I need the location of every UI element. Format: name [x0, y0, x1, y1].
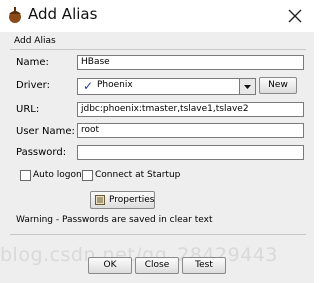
- ok-button[interactable]: OK: [88, 257, 132, 274]
- add-alias-dialog: Add Alias Add Alias Name: HBase Driver: …: [0, 0, 314, 283]
- top-separator: [10, 49, 306, 50]
- test-button[interactable]: Test: [182, 257, 226, 274]
- panel-title: Add Alias: [14, 36, 56, 46]
- title-bar: Add Alias: [0, 0, 314, 32]
- checkmark-icon: ✓: [83, 79, 94, 93]
- auto-logon-checkbox[interactable]: [20, 170, 31, 181]
- username-label: User Name:: [16, 126, 75, 137]
- username-field[interactable]: root: [77, 123, 304, 138]
- password-warning: Warning - Passwords are saved in clear t…: [16, 215, 213, 225]
- acorn-icon: [6, 6, 24, 24]
- properties-label: Properties: [109, 195, 155, 205]
- dialog-title: Add Alias: [28, 5, 98, 23]
- name-field[interactable]: HBase: [77, 55, 304, 70]
- new-driver-button[interactable]: New: [259, 77, 297, 94]
- properties-button[interactable]: Properties: [90, 191, 155, 209]
- password-field[interactable]: [77, 145, 304, 160]
- chevron-down-icon[interactable]: [239, 79, 255, 94]
- driver-select[interactable]: ✓ Phoenix: [77, 78, 256, 95]
- password-label: Password:: [16, 147, 67, 158]
- auto-logon-label: Auto logon: [33, 170, 82, 180]
- properties-icon: [95, 195, 105, 205]
- url-field[interactable]: jdbc:phoenix:tmaster,tslave1,tslave2: [77, 102, 304, 117]
- connect-startup-label: Connect at Startup: [95, 170, 181, 180]
- connect-startup-checkbox[interactable]: [82, 170, 93, 181]
- url-label: URL:: [16, 104, 40, 115]
- driver-value: Phoenix: [97, 80, 133, 90]
- close-button[interactable]: Close: [135, 257, 179, 274]
- bottom-separator: [10, 234, 306, 235]
- name-label: Name:: [16, 57, 49, 68]
- close-icon[interactable]: [284, 5, 306, 27]
- driver-label: Driver:: [16, 80, 50, 91]
